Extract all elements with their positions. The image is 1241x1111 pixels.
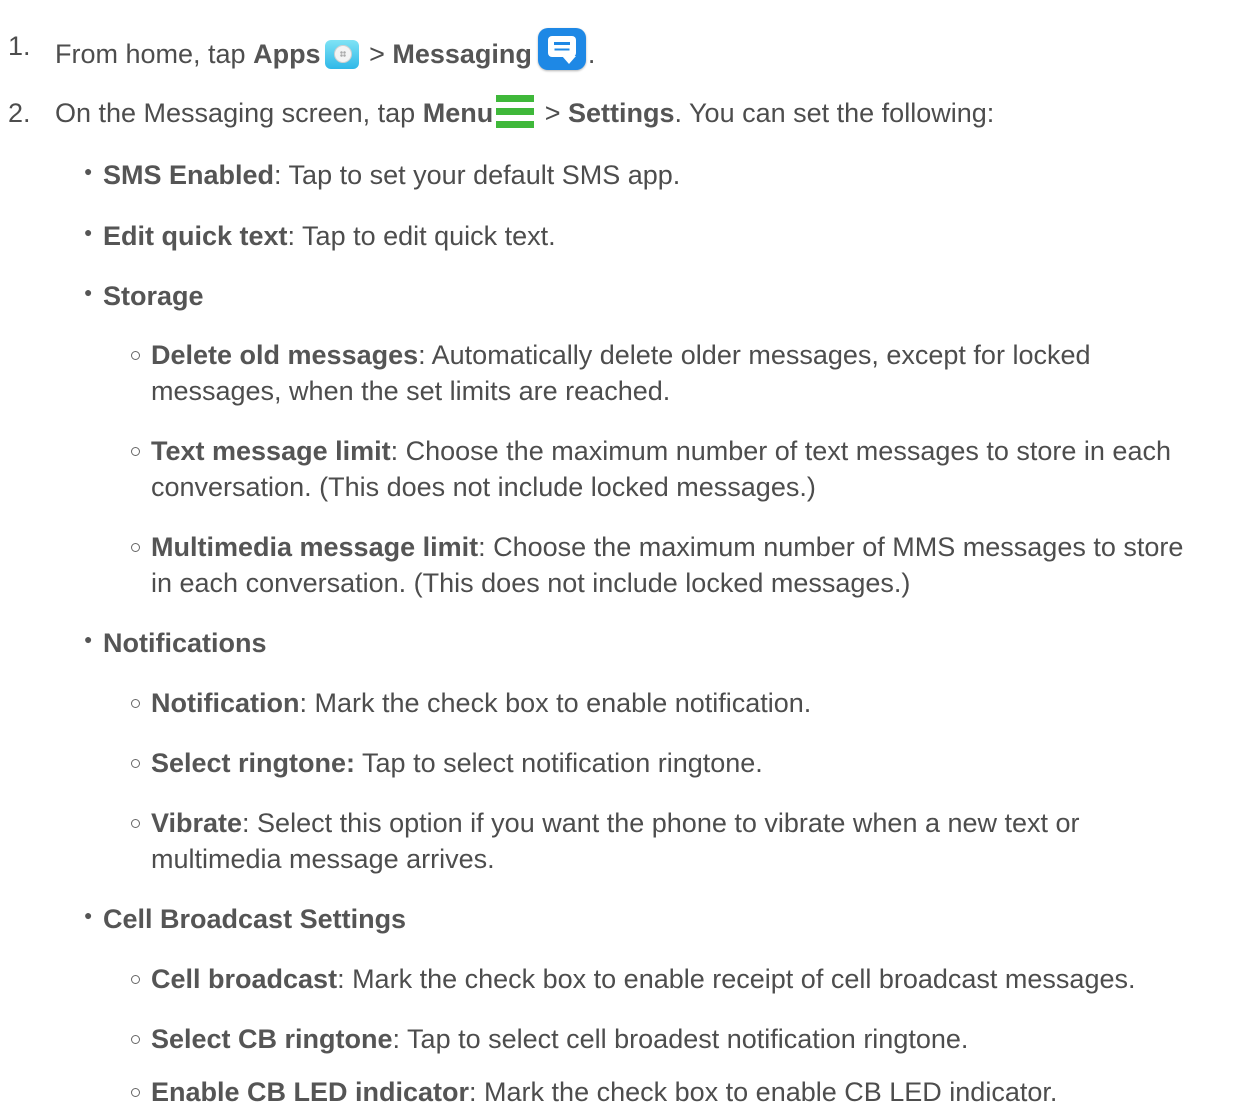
circle-bullet-icon bbox=[131, 699, 140, 708]
circle-bullet-icon bbox=[131, 1035, 140, 1044]
apps-icon bbox=[324, 39, 359, 69]
bullet-icon: ● bbox=[84, 224, 93, 240]
circle-bullet-icon bbox=[131, 351, 140, 360]
menu-label: Menu bbox=[422, 98, 494, 129]
settings-label: Settings bbox=[568, 98, 675, 129]
circle-bullet-icon bbox=[131, 543, 140, 552]
circle-bullet-icon bbox=[131, 1088, 140, 1097]
apps-label: Apps bbox=[253, 39, 321, 70]
bullet-icon: ● bbox=[84, 907, 93, 923]
bullet-icon: ● bbox=[84, 163, 93, 179]
circle-bullet-icon bbox=[131, 819, 140, 828]
step-text: From home, tap bbox=[55, 39, 254, 70]
step-number: 2. bbox=[8, 98, 31, 128]
messaging-label: Messaging bbox=[392, 39, 532, 70]
circle-bullet-icon bbox=[131, 759, 140, 768]
step-number: 1. bbox=[8, 31, 31, 61]
circle-bullet-icon bbox=[131, 975, 140, 984]
circle-bullet-icon bbox=[131, 447, 140, 456]
menu-icon bbox=[496, 95, 535, 129]
bullet-icon: ● bbox=[84, 631, 93, 647]
messaging-icon bbox=[537, 28, 586, 70]
step-text: On the Messaging screen, tap bbox=[55, 98, 423, 129]
bullet-icon: ● bbox=[84, 284, 93, 300]
